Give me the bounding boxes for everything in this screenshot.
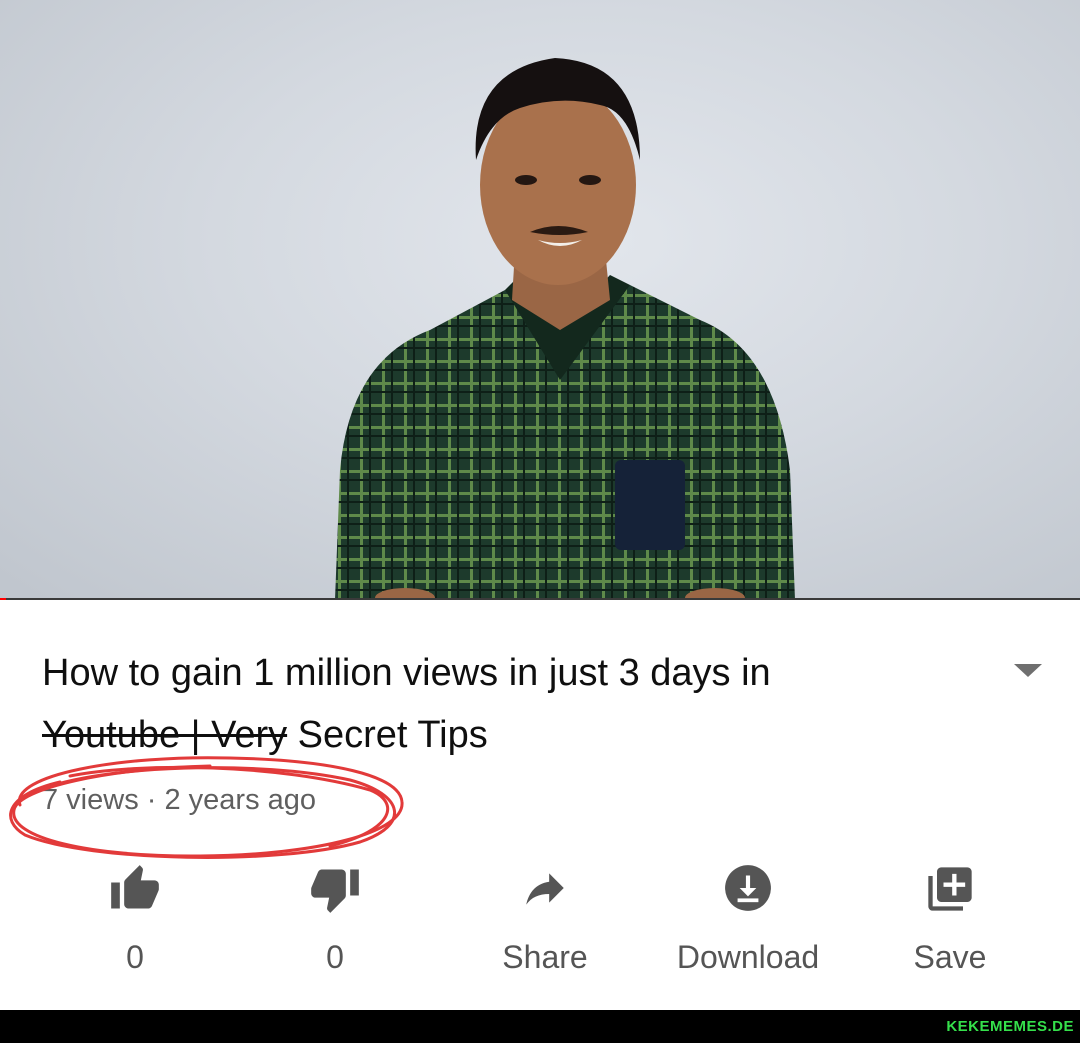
- save-label: Save: [913, 939, 987, 975]
- like-count: 0: [126, 939, 144, 975]
- video-frame-person: [335, 58, 795, 600]
- save-button[interactable]: Save: [855, 855, 1045, 985]
- thumbs-down-icon: [311, 869, 359, 913]
- thumbs-up-icon: [111, 865, 159, 909]
- video-title-line1: How to gain 1 million views in just 3 da…: [42, 652, 771, 694]
- dislike-count: 0: [326, 939, 344, 975]
- footer-bar: KEKEMEMES.DE: [0, 1010, 1080, 1043]
- video-title-line2: Secret Tips: [287, 714, 488, 756]
- video-title-struck: Youtube | Very: [42, 714, 288, 756]
- upload-age: 2 years ago: [164, 784, 317, 816]
- download-icon: [725, 865, 771, 911]
- video-progress-bar[interactable]: [0, 598, 1080, 600]
- playlist-add-icon: [928, 867, 972, 911]
- watermark: KEKEMEMES.DE: [946, 1018, 1074, 1035]
- download-label: Download: [676, 939, 820, 975]
- download-button[interactable]: Download: [653, 855, 843, 985]
- action-bar: 0 0 Share Download Save: [40, 855, 1040, 985]
- share-label: Share: [502, 939, 588, 975]
- meta-separator: ·: [138, 784, 165, 816]
- chevron-down-icon[interactable]: [1014, 664, 1042, 677]
- video-player[interactable]: [0, 0, 1080, 600]
- video-title: How to gain 1 million views in just 3 da…: [42, 642, 972, 766]
- share-button[interactable]: Share: [450, 855, 640, 985]
- video-progress-fill: [0, 598, 6, 600]
- like-button[interactable]: 0: [40, 855, 230, 985]
- dislike-button[interactable]: 0: [240, 855, 430, 985]
- view-count: 7 views: [42, 784, 139, 816]
- video-meta: 7 views · 2 years ago: [42, 784, 316, 817]
- share-arrow-icon: [526, 873, 564, 905]
